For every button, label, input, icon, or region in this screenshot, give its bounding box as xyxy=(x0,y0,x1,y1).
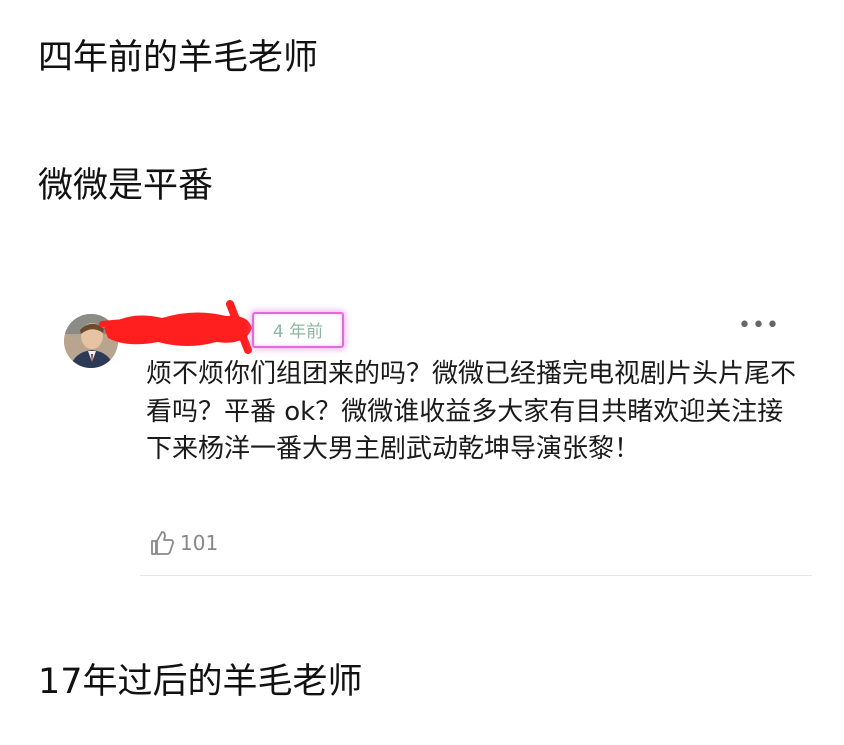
comment-timestamp: 4 年前 xyxy=(252,312,344,348)
thumbs-up-icon xyxy=(148,529,176,557)
username-redaction xyxy=(98,298,258,354)
heading-weiwei-co-lead: 微微是平番 xyxy=(38,166,214,206)
comment-text: 烦不烦你们组团来的吗？微微已经播完电视剧片头片尾不看吗？平番 ok？微微谁收益多… xyxy=(146,359,797,464)
more-dots-icon[interactable]: ••• xyxy=(738,315,779,337)
like-button[interactable]: 101 xyxy=(148,528,218,558)
card-divider xyxy=(140,575,812,576)
heading-after-seventeen-years: 17年过后的羊毛老师 xyxy=(38,662,363,702)
heading-four-years-ago: 四年前的羊毛老师 xyxy=(38,38,319,78)
like-count: 101 xyxy=(180,531,219,555)
